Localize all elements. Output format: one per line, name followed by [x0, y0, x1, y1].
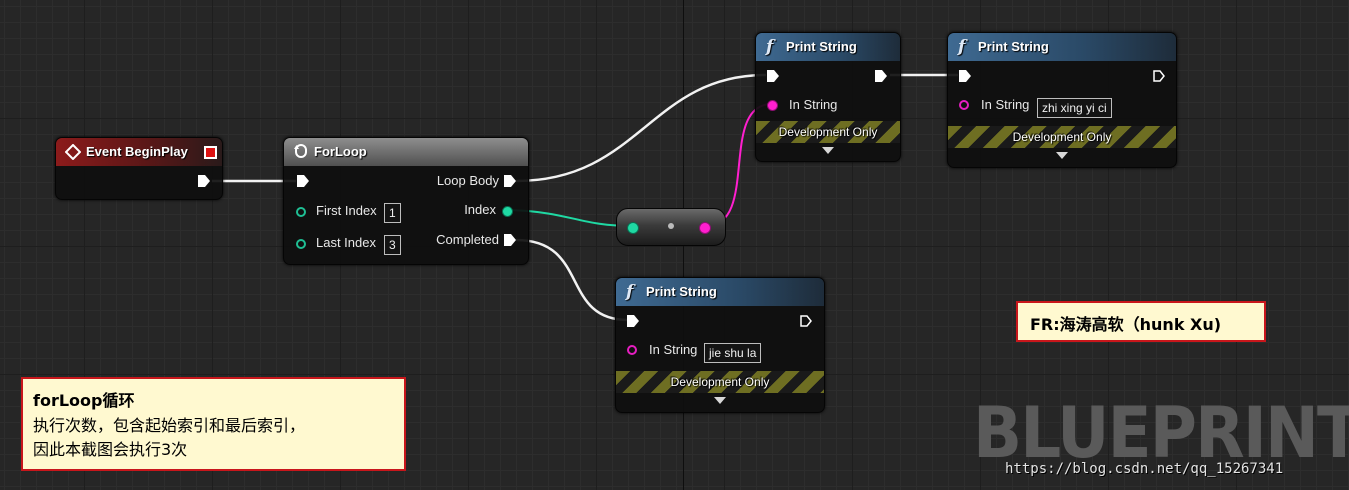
in-string-input[interactable]: jie shu la [704, 343, 762, 363]
in-string-pin[interactable] [767, 100, 778, 111]
event-beginplay-header[interactable]: Event BeginPlay [56, 138, 222, 166]
event-red-square-icon[interactable] [204, 146, 217, 159]
expand-arrow-icon[interactable] [714, 397, 726, 404]
forloop-explanation-note: forLoop循环 执行次数，包含起始索引和最后索引， 因此本截图会执行3次 [21, 377, 406, 471]
exec-wire-loopbody-to-print1 [515, 73, 767, 183]
exec-wire-completed-to-print3 [515, 238, 629, 322]
node-title: Print String [646, 284, 717, 299]
function-icon: f [626, 282, 634, 302]
loop-icon [294, 144, 307, 158]
node-title: Print String [786, 39, 857, 54]
print-string-2-header[interactable]: f Print String [948, 33, 1176, 61]
print-string-node-1[interactable]: f Print String In String Development Onl… [755, 32, 901, 162]
function-icon: f [958, 37, 966, 57]
index-label: Index [464, 202, 496, 217]
development-only-banner: Development Only [756, 121, 900, 143]
print-string-1-header[interactable]: f Print String [756, 33, 900, 61]
expand-arrow-icon[interactable] [1056, 152, 1068, 159]
conversion-node[interactable] [616, 208, 726, 246]
exec-output-pin[interactable] [198, 175, 210, 187]
completed-exec-pin[interactable] [504, 234, 516, 246]
in-string-pin[interactable] [627, 345, 637, 355]
node-title: Print String [978, 39, 1049, 54]
exec-input-pin[interactable] [959, 70, 971, 82]
note-title: forLoop循环 [33, 391, 135, 410]
development-only-banner: Development Only [616, 371, 824, 393]
exec-output-pin-hollow[interactable] [800, 315, 812, 327]
in-string-input[interactable]: zhi xing yi ci [1037, 98, 1112, 118]
print-string-3-header[interactable]: f Print String [616, 278, 824, 306]
note-line-1: 执行次数，包含起始索引和最后索引， [33, 416, 306, 435]
exec-input-pin[interactable] [627, 315, 639, 327]
loop-body-label: Loop Body [436, 173, 499, 188]
print-string-node-3[interactable]: f Print String In String jie shu la Deve… [615, 277, 825, 413]
note-line-2: 因此本截图会执行3次 [33, 440, 188, 459]
forloop-node[interactable]: ForLoop First Index 1 Last Index 3 Loop … [283, 137, 529, 265]
forloop-header[interactable]: ForLoop [284, 138, 528, 166]
conversion-center-dot [668, 223, 674, 229]
conversion-output-pin[interactable] [699, 222, 711, 234]
loop-body-exec-pin[interactable] [504, 175, 516, 187]
node-title: Event BeginPlay [86, 144, 188, 159]
credit-note: FR:海涛高软（hunk Xu) [1016, 301, 1266, 342]
first-index-pin[interactable] [296, 207, 306, 217]
last-index-pin[interactable] [296, 239, 306, 249]
in-string-pin[interactable] [959, 100, 969, 110]
first-index-input[interactable]: 1 [384, 203, 401, 223]
expand-arrow-icon[interactable] [822, 147, 834, 154]
first-index-label: First Index [316, 203, 377, 218]
blueprint-watermark: BLUEPRINT [973, 392, 1349, 474]
conversion-input-pin[interactable] [627, 222, 639, 234]
source-url-watermark: https://blog.csdn.net/qq_15267341 [1005, 461, 1284, 477]
exec-output-pin-hollow[interactable] [1153, 70, 1165, 82]
development-only-banner: Development Only [948, 126, 1176, 148]
completed-label: Completed [436, 232, 499, 247]
credit-note-text: FR:海涛高软（hunk Xu) [1030, 315, 1222, 334]
exec-input-pin[interactable] [297, 175, 309, 187]
function-icon: f [766, 37, 774, 57]
node-title: ForLoop [314, 144, 367, 159]
in-string-label: In String [789, 97, 838, 112]
event-beginplay-node[interactable]: Event BeginPlay [55, 137, 223, 200]
index-output-pin[interactable] [502, 206, 513, 217]
exec-output-pin[interactable] [875, 70, 887, 82]
in-string-label: In String [981, 97, 1030, 112]
event-diamond-icon [65, 144, 81, 160]
last-index-input[interactable]: 3 [384, 235, 401, 255]
print-string-node-2[interactable]: f Print String In String zhi xing yi ci … [947, 32, 1177, 168]
exec-input-pin[interactable] [767, 70, 779, 82]
last-index-label: Last Index [316, 235, 376, 250]
in-string-label: In String [649, 342, 698, 357]
